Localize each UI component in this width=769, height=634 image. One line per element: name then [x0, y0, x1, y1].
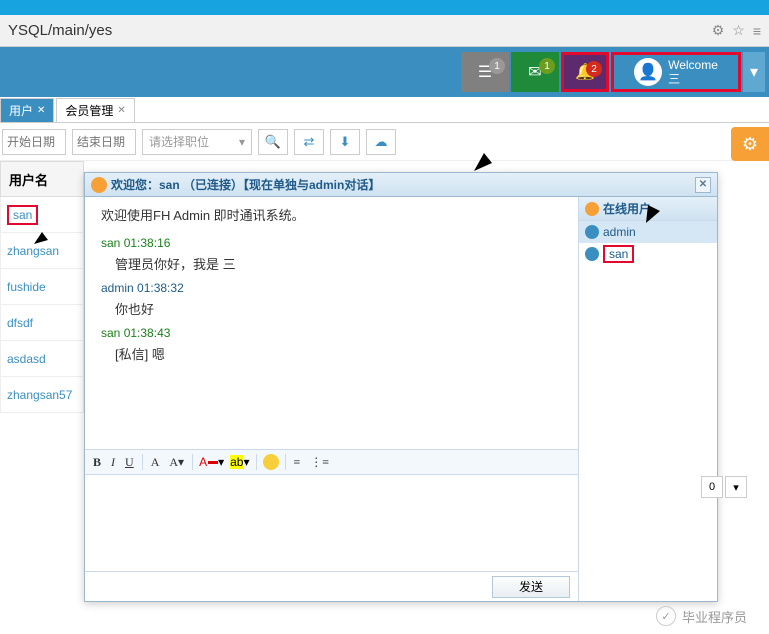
menu-icon[interactable]: ≡	[753, 23, 761, 39]
bold-button[interactable]: B	[91, 455, 103, 470]
msg-text: 你也好	[115, 299, 562, 318]
editor-toolbar: B I U A A▾ A▾ ab▾ ≡ ⋮≡	[85, 449, 578, 475]
tab-members[interactable]: 会员管理 ✕	[56, 98, 134, 122]
tasks-badge: 1	[489, 58, 505, 74]
dialog-title: 欢迎您：san （已连接）【现在单独与admin对话】	[111, 176, 380, 193]
bell-badge: 2	[586, 61, 602, 77]
ordered-list-button[interactable]: ≡	[292, 455, 303, 470]
watermark: ✓ 毕业程序员	[656, 606, 747, 626]
separator	[142, 454, 143, 470]
unordered-list-button[interactable]: ⋮≡	[308, 455, 331, 470]
separator	[256, 454, 257, 470]
gear-icon: ⚙	[742, 134, 758, 155]
header-user[interactable]: 👤 Welcome三	[611, 52, 741, 92]
underline-button[interactable]: U	[123, 455, 136, 470]
msg-meta: admin 01:38:32	[101, 281, 562, 295]
col-username: 用户名	[0, 161, 84, 197]
close-icon[interactable]: ✕	[37, 105, 45, 116]
online-panel: 在线用户 admin san	[579, 197, 717, 601]
chat-messages: 欢迎使用FH Admin 即时通讯系统。 san 01:38:16 管理员你好，…	[85, 197, 578, 449]
msg-text: 管理员你好，我是 三	[115, 254, 562, 273]
cloud-button[interactable]: ☁	[366, 129, 396, 155]
start-date-input[interactable]	[2, 129, 66, 155]
watermark-text: 毕业程序员	[682, 607, 747, 626]
table-row[interactable]: fushide	[0, 269, 84, 305]
online-user-name: san	[603, 245, 634, 263]
mail-badge: 1	[539, 58, 555, 74]
online-user-name: admin	[603, 225, 636, 239]
send-button[interactable]: 发送	[492, 576, 570, 598]
forecolor-button[interactable]: A▾	[199, 455, 224, 469]
dialog-body: 欢迎使用FH Admin 即时通讯系统。 san 01:38:16 管理员你好，…	[85, 197, 717, 601]
user-icon	[585, 247, 599, 261]
chat-footer: 发送	[85, 571, 578, 601]
table-row[interactable]: zhangsan57	[0, 377, 84, 413]
role-select[interactable]: 请选择职位 ▾	[142, 129, 252, 155]
tabs-row: 用户 ✕ 会员管理 ✕	[0, 97, 769, 123]
welcome-text: Welcome三	[668, 58, 718, 87]
settings-button[interactable]: ⚙	[731, 127, 769, 161]
user-icon	[91, 177, 107, 193]
close-icon[interactable]: ✕	[695, 177, 711, 193]
online-header: 在线用户	[579, 197, 717, 221]
page-size[interactable]: 0	[701, 476, 723, 498]
backcolor-button[interactable]: ab▾	[230, 455, 249, 469]
fontsize-button[interactable]: A▾	[167, 455, 186, 470]
translate-icon[interactable]: ⚙	[712, 22, 725, 39]
url-actions: ⚙ ☆ ≡	[712, 22, 761, 39]
filter-row: 请选择职位 ▾ 🔍 ⇄ ⬇ ☁ ⚙	[0, 123, 769, 161]
header-tasks[interactable]: ☰ 1	[461, 52, 509, 92]
separator	[285, 454, 286, 470]
header-notifications[interactable]: 🔔 2	[561, 52, 609, 92]
user-table: 用户名 san zhangsan fushide dfsdf asdasd zh…	[0, 161, 84, 413]
users-icon	[585, 202, 599, 216]
online-user[interactable]: admin	[579, 221, 717, 243]
wechat-icon: ✓	[656, 606, 676, 626]
msg-meta: san 01:38:43	[101, 326, 562, 340]
msg-meta: san 01:38:16	[101, 236, 562, 250]
font-button[interactable]: A	[149, 455, 162, 470]
swap-button[interactable]: ⇄	[294, 129, 324, 155]
bookmark-icon[interactable]: ☆	[732, 22, 745, 39]
url-text: YSQL/main/yes	[8, 22, 112, 39]
header-dropdown[interactable]: ▾	[743, 52, 765, 92]
user-icon	[585, 225, 599, 239]
online-header-label: 在线用户	[603, 200, 651, 217]
avatar-icon: 👤	[634, 58, 662, 86]
chat-input[interactable]	[85, 475, 578, 571]
table-row[interactable]: zhangsan	[0, 233, 84, 269]
separator	[192, 454, 193, 470]
tab-label: 用户	[9, 102, 33, 119]
dialog-titlebar[interactable]: 欢迎您：san （已连接）【现在单独与admin对话】 ✕	[85, 173, 717, 197]
page-dropdown[interactable]: ▾	[725, 476, 747, 498]
welcome-msg: 欢迎使用FH Admin 即时通讯系统。	[101, 205, 562, 224]
chat-dialog: 欢迎您：san （已连接）【现在单独与admin对话】 ✕ 欢迎使用FH Adm…	[84, 172, 718, 602]
pager: 0 ▾	[701, 476, 747, 498]
msg-text: [私信] 嗯	[115, 344, 562, 363]
tab-label: 会员管理	[65, 102, 113, 119]
close-icon[interactable]: ✕	[117, 105, 125, 116]
chat-panel: 欢迎使用FH Admin 即时通讯系统。 san 01:38:16 管理员你好，…	[85, 197, 579, 601]
browser-topstrip	[0, 0, 769, 15]
italic-button[interactable]: I	[109, 455, 117, 470]
tab-users[interactable]: 用户 ✕	[0, 98, 54, 122]
emoji-button[interactable]	[263, 454, 279, 470]
header-mail[interactable]: ✉ 1	[511, 52, 559, 92]
table-row[interactable]: dfsdf	[0, 305, 84, 341]
select-label: 请选择职位	[149, 133, 209, 150]
table-row[interactable]: san	[0, 197, 84, 233]
app-header: ☰ 1 ✉ 1 🔔 2 👤 Welcome三 ▾	[0, 47, 769, 97]
download-button[interactable]: ⬇	[330, 129, 360, 155]
chevron-down-icon: ▾	[239, 135, 245, 149]
end-date-input[interactable]	[72, 129, 136, 155]
url-bar: YSQL/main/yes ⚙ ☆ ≡	[0, 15, 769, 47]
online-user[interactable]: san	[579, 243, 717, 265]
table-row[interactable]: asdasd	[0, 341, 84, 377]
search-button[interactable]: 🔍	[258, 129, 288, 155]
